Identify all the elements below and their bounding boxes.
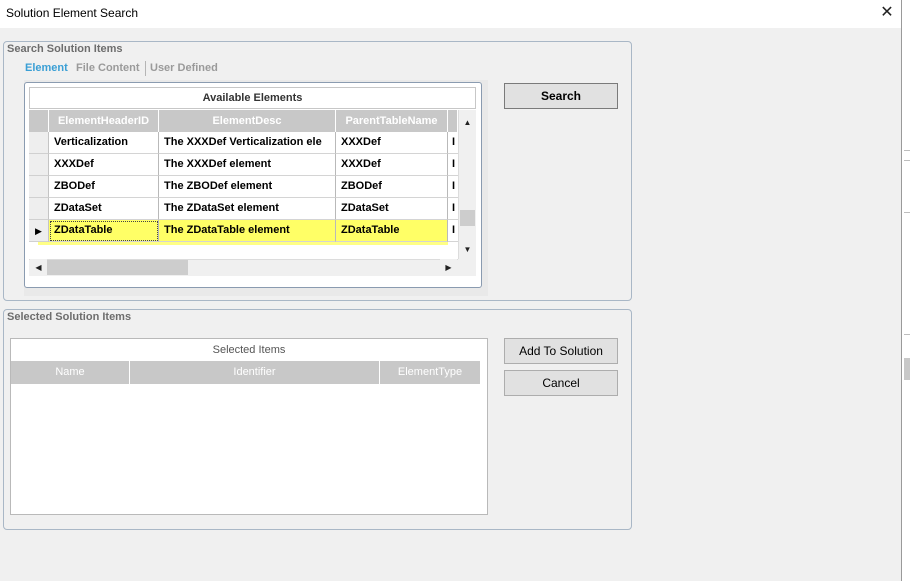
column-header-elementtype[interactable]: ElementType [380, 361, 480, 384]
table-cell[interactable]: ZDataSet [49, 198, 159, 220]
close-icon[interactable]: ✕ [876, 2, 898, 24]
column-header-name[interactable]: Name [11, 361, 130, 384]
scroll-up-icon[interactable]: ▲ [459, 114, 476, 131]
selected-group-title: Selected Solution Items [7, 311, 132, 323]
column-header-identifier[interactable]: Identifier [130, 361, 380, 384]
add-to-solution-button[interactable]: Add To Solution [504, 338, 618, 364]
column-header-elementheaderid[interactable]: ElementHeaderID [49, 110, 159, 132]
cancel-button[interactable]: Cancel [504, 370, 618, 396]
table-cell-selected[interactable]: The ZDataTable element [159, 220, 336, 242]
background-divider [904, 334, 910, 335]
row-header[interactable] [29, 132, 49, 154]
column-header-parenttablename[interactable]: ParentTableName [336, 110, 448, 132]
scroll-down-icon[interactable]: ▼ [459, 241, 476, 258]
current-row-indicator-icon[interactable]: ▶ [29, 220, 49, 242]
table-cell[interactable]: The XXXDef Verticalization ele [159, 132, 336, 154]
background-divider [904, 160, 910, 161]
row-header[interactable] [29, 198, 49, 220]
table-cell[interactable]: I [448, 220, 458, 242]
table-cell[interactable]: XXXDef [336, 132, 448, 154]
background-scroll-fragment [904, 358, 910, 380]
tab-separator [145, 61, 146, 76]
table-cell[interactable]: Verticalization [49, 132, 159, 154]
horizontal-scroll-thumb[interactable] [47, 260, 188, 275]
vertical-scroll-thumb[interactable] [460, 210, 475, 226]
scroll-right-icon[interactable]: ▶ [440, 259, 457, 276]
grid-caption: Available Elements [29, 87, 476, 109]
row-header-corner [29, 110, 49, 132]
row-header[interactable] [29, 154, 49, 176]
tab-element[interactable]: Element [25, 62, 68, 74]
column-header-elementdesc[interactable]: ElementDesc [159, 110, 336, 132]
search-button[interactable]: Search [504, 83, 618, 109]
table-cell[interactable]: I [448, 176, 458, 198]
scrollbar-corner [458, 259, 476, 276]
window-title: Solution Element Search [6, 6, 139, 20]
table-cell[interactable]: I [448, 154, 458, 176]
scroll-left-icon[interactable]: ◀ [30, 259, 47, 276]
table-cell[interactable]: ZDataSet [336, 198, 448, 220]
tab-user-defined[interactable]: User Defined [150, 62, 218, 74]
table-cell[interactable]: The XXXDef element [159, 154, 336, 176]
background-window-edge [901, 0, 910, 581]
table-cell[interactable]: The ZBODef element [159, 176, 336, 198]
vertical-scrollbar[interactable] [458, 110, 476, 260]
tab-file-content[interactable]: File Content [76, 62, 140, 74]
background-divider [904, 212, 910, 213]
row-header[interactable] [29, 176, 49, 198]
highlight-stroke [38, 242, 448, 245]
table-cell[interactable]: I [448, 132, 458, 154]
table-cell[interactable]: XXXDef [336, 154, 448, 176]
table-cell[interactable]: XXXDef [49, 154, 159, 176]
column-header-extra[interactable] [448, 110, 458, 132]
selected-items-caption: Selected Items [11, 339, 487, 361]
table-cell-selected[interactable]: ZDataTable [336, 220, 448, 242]
table-cell[interactable]: I [448, 198, 458, 220]
search-group-title: Search Solution Items [7, 43, 123, 55]
table-cell[interactable]: The ZDataSet element [159, 198, 336, 220]
table-cell[interactable]: ZBODef [49, 176, 159, 198]
table-cell[interactable]: ZBODef [336, 176, 448, 198]
table-cell-selected[interactable]: ZDataTable [49, 220, 159, 242]
background-divider [904, 150, 910, 151]
